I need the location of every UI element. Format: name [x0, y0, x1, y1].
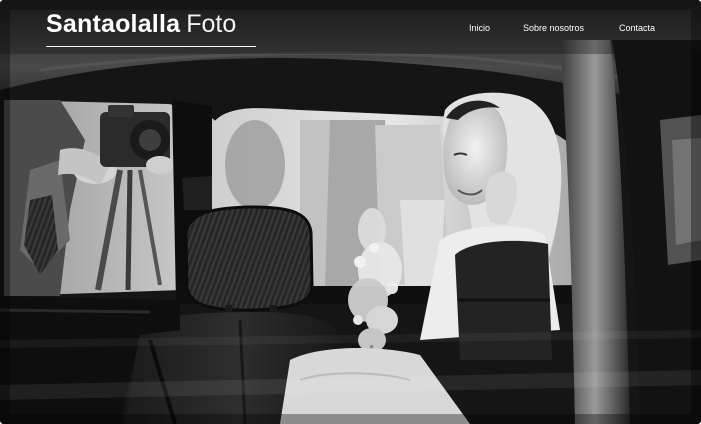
main-nav: Inicio Sobre nosotros Contacta: [0, 20, 701, 36]
page: Santaolalla Foto Inicio Sobre nosotros Co…: [0, 0, 701, 424]
hero-photo: [0, 0, 701, 424]
nav-link-sobre-nosotros[interactable]: Sobre nosotros: [523, 20, 584, 36]
site-header: Santaolalla Foto Inicio Sobre nosotros Co…: [0, 0, 701, 54]
nav-link-inicio[interactable]: Inicio: [469, 20, 490, 36]
nav-link-contacta[interactable]: Contacta: [619, 20, 655, 36]
brand-underline: [46, 46, 256, 47]
